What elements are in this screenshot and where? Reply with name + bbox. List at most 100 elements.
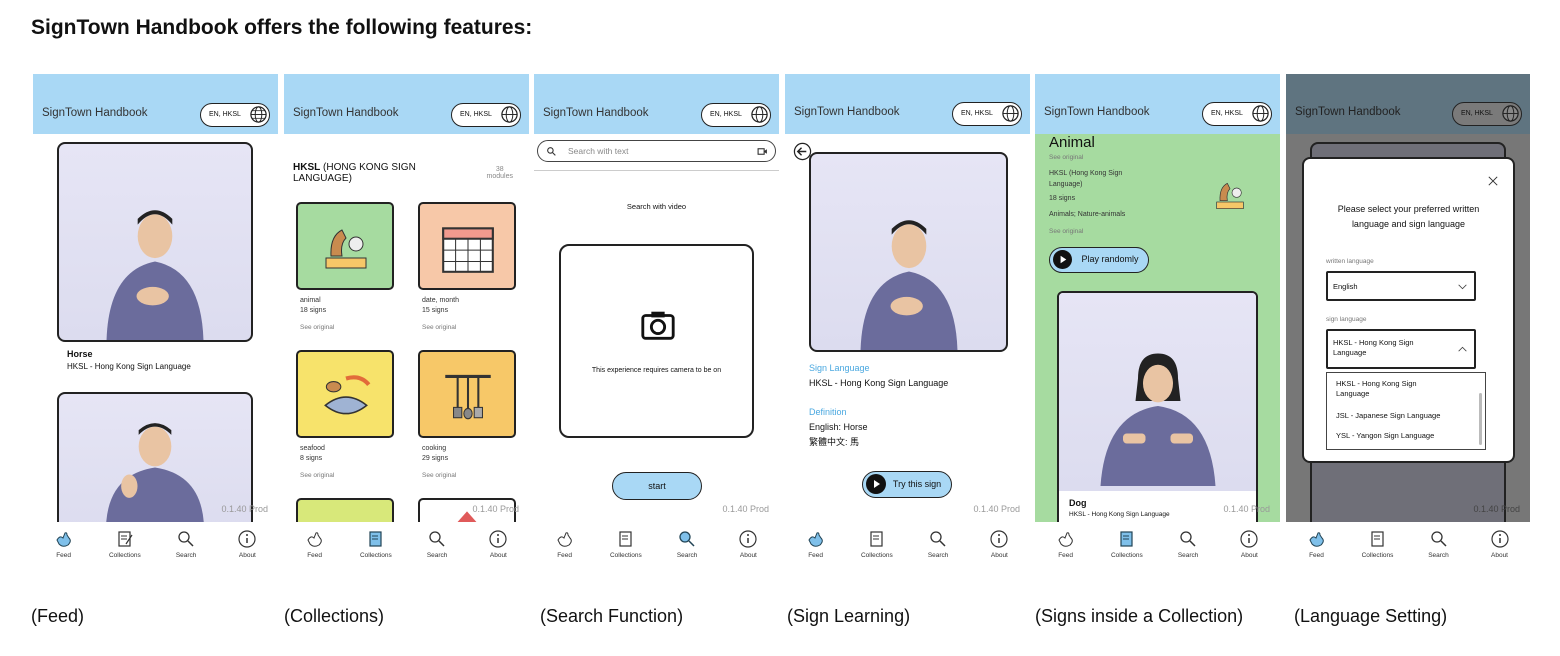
tab-label: Collections <box>860 552 893 559</box>
app-header: SignTown Handbook EN, HKSL <box>284 74 529 134</box>
see-original-link[interactable]: See original <box>1049 228 1083 235</box>
tab-feed[interactable]: Feed <box>791 522 841 572</box>
version-label: 0.1.40 Prod <box>1473 504 1520 514</box>
tab-about[interactable]: About <box>1475 522 1525 572</box>
tab-collections[interactable]: Collections <box>852 522 902 572</box>
tab-label: Collections <box>359 552 392 559</box>
written-language-label: written language <box>1326 258 1374 265</box>
tab-about[interactable]: About <box>473 522 523 572</box>
search-icon <box>1430 531 1447 547</box>
collection-count: 18 signs <box>1049 195 1076 202</box>
sign-video[interactable] <box>1059 293 1256 491</box>
card-name: seafood <box>300 445 325 452</box>
written-language-select[interactable]: English <box>1326 271 1476 301</box>
dropdown-option[interactable]: HKSL - Hong Kong Sign Language <box>1336 379 1446 399</box>
see-original-link[interactable]: See original <box>300 472 334 479</box>
search-icon <box>930 531 946 547</box>
tab-about[interactable]: About <box>1224 522 1274 572</box>
tab-label: About <box>1491 552 1508 559</box>
tab-feed[interactable]: Feed <box>290 522 340 572</box>
version-label: 0.1.40 Prod <box>973 504 1020 514</box>
globe-icon <box>250 106 267 123</box>
collection-card-partial[interactable] <box>296 498 394 522</box>
caption-collections: (Collections) <box>284 606 385 626</box>
tab-collections[interactable]: Collections <box>100 522 150 572</box>
search-input[interactable]: Search with text <box>537 140 776 162</box>
sign-video[interactable] <box>57 142 253 342</box>
tab-feed[interactable]: Feed <box>39 522 89 572</box>
tab-feed[interactable]: Feed <box>1292 522 1342 572</box>
tab-about[interactable]: About <box>723 522 773 572</box>
tab-search[interactable]: Search <box>412 522 462 572</box>
sign-video-2[interactable] <box>57 392 253 522</box>
tab-about[interactable]: About <box>222 522 272 572</box>
app-header: SignTown Handbook EN, HKSL <box>1286 74 1530 134</box>
app-title: SignTown Handbook <box>1295 106 1401 118</box>
see-original-link[interactable]: See original <box>422 324 456 331</box>
tab-search[interactable]: Search <box>161 522 211 572</box>
hand-icon <box>307 532 322 547</box>
sign-video[interactable] <box>809 152 1008 352</box>
sign-card-dog[interactable]: Dog HKSL - Hong Kong Sign Language <box>1057 291 1258 522</box>
hand-icon <box>808 532 823 547</box>
divider <box>534 170 779 171</box>
tab-collections[interactable]: Collections <box>351 522 401 572</box>
dropdown-scrollbar[interactable] <box>1479 393 1482 445</box>
card-name: cooking <box>422 445 447 452</box>
tab-label: Feed <box>1309 552 1324 559</box>
tab-collections[interactable]: Collections <box>1353 522 1403 572</box>
dropdown-option[interactable]: YSL - Yangon Sign Language <box>1336 431 1434 440</box>
info-icon <box>1240 530 1258 548</box>
collection-card-animal[interactable] <box>296 202 394 290</box>
card-count: 8 signs <box>300 455 323 462</box>
tab-search[interactable]: Search <box>1163 522 1213 572</box>
language-button[interactable]: EN, HKSL <box>1202 102 1272 126</box>
module-count: 38 modules <box>487 166 513 180</box>
search-placeholder: Search with text <box>568 146 629 156</box>
tab-feed[interactable]: Feed <box>1041 522 1091 572</box>
see-original-link[interactable]: See original <box>422 472 456 479</box>
hand-icon <box>1308 532 1324 547</box>
card-name: date, month <box>422 297 459 304</box>
tab-search[interactable]: Search <box>913 522 963 572</box>
dropdown-option[interactable]: JSL - Japanese Sign Language <box>1336 411 1440 420</box>
see-original-link[interactable]: See original <box>300 324 334 331</box>
language-button[interactable]: EN, HKSL <box>1452 102 1522 126</box>
search-icon <box>429 531 445 547</box>
close-icon[interactable] <box>1487 175 1499 187</box>
try-sign-button[interactable]: Try this sign <box>862 471 952 498</box>
language-button[interactable]: EN, HKSL <box>952 102 1022 126</box>
signer-figure <box>860 220 957 350</box>
tab-label: Collections <box>1110 552 1143 559</box>
collection-card-seafood[interactable] <box>296 350 394 438</box>
collection-card-cooking[interactable] <box>418 350 516 438</box>
notes-icon <box>1370 531 1384 547</box>
collection-card-date[interactable] <box>418 202 516 290</box>
sign-language-select[interactable]: HKSL - Hong Kong Sign Language <box>1326 329 1476 369</box>
language-modal: Please select your preferred written lan… <box>1302 157 1515 463</box>
phone-sign-learning: SignTown Handbook EN, HKSL Sign Language… <box>785 74 1030 572</box>
video-camera-icon[interactable] <box>757 146 768 157</box>
see-original-link[interactable]: See original <box>1049 154 1083 161</box>
language-button[interactable]: EN, HKSL <box>200 103 270 127</box>
app-title: SignTown Handbook <box>1044 106 1150 118</box>
play-randomly-button[interactable]: Play randomly <box>1049 247 1149 273</box>
caption-language-setting: (Language Setting) <box>1294 606 1448 626</box>
tab-feed[interactable]: Feed <box>540 522 590 572</box>
language-button[interactable]: EN, HKSL <box>451 103 521 127</box>
tab-label: About <box>990 552 1008 559</box>
camera-frame[interactable]: This experience requires camera to be on <box>559 244 754 438</box>
tab-collections[interactable]: Collections <box>1102 522 1152 572</box>
play-icon <box>1053 250 1072 269</box>
version-label: 0.1.40 Prod <box>472 504 519 514</box>
tab-collections[interactable]: Collections <box>601 522 651 572</box>
search-icon <box>178 531 194 547</box>
tab-search[interactable]: Search <box>1414 522 1464 572</box>
start-button[interactable]: start <box>612 472 702 500</box>
learning-body: Sign Language HKSL - Hong Kong Sign Lang… <box>785 134 1030 522</box>
globe-icon <box>1502 105 1519 122</box>
tab-about[interactable]: About <box>974 522 1024 572</box>
tab-search[interactable]: Search <box>662 522 712 572</box>
language-button[interactable]: EN, HKSL <box>701 103 771 127</box>
sign-card-subtitle: HKSL - Hong Kong Sign Language <box>1069 511 1170 518</box>
